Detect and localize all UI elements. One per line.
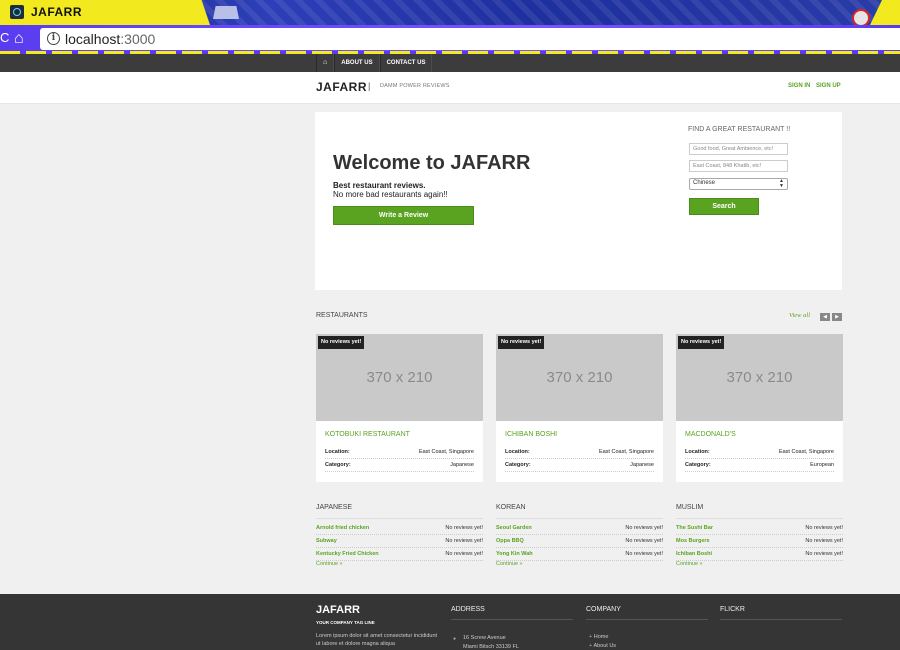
restaurant-card[interactable]: 370 x 210 No reviews yet! MACDONALD'S Lo… (676, 334, 843, 482)
restaurant-location-row: Location: East Coast, Singapore (685, 448, 834, 459)
list-item: Oppa BBQ No reviews yet! (496, 535, 663, 548)
restaurant-card[interactable]: 370 x 210 No reviews yet! KOTOBUKI RESTA… (316, 334, 483, 482)
restaurant-card[interactable]: 370 x 210 No reviews yet! ICHIBAN BOSHI … (496, 334, 663, 482)
hero-title: Welcome to JAFARR (333, 152, 531, 174)
select-arrows-icon: ▲ ▼ (779, 178, 784, 189)
tab-bar-theme-pattern (200, 0, 900, 25)
list-item: Arnold fried chicken No reviews yet! (316, 522, 483, 535)
carousel-next-icon[interactable]: ▶ (832, 313, 842, 321)
restaurant-link[interactable]: Ichiban Boshi (676, 551, 712, 557)
restaurant-link[interactable]: Subway (316, 538, 337, 544)
list-item: Seoul Garden No reviews yet! (496, 522, 663, 535)
restaurant-location-row: Location: East Coast, Singapore (325, 448, 474, 459)
restaurants-section-title: RESTAURANTS (316, 312, 368, 319)
footer-company-title: COMPANY (586, 606, 708, 620)
list-item: Yong Kin Wah No reviews yet! (496, 548, 663, 561)
nav-home-icon[interactable]: ⌂ (316, 54, 335, 72)
restaurant-link[interactable]: The Sushi Bar (676, 525, 713, 531)
cuisine-select-value: Chinese (693, 180, 716, 186)
home-icon[interactable]: ⌂ (14, 30, 32, 48)
nav-about-us[interactable]: ABOUT US (334, 54, 380, 72)
restaurant-name-link[interactable]: KOTOBUKI RESTAURANT (325, 431, 410, 438)
restaurant-link[interactable]: Oppa BBQ (496, 538, 524, 544)
site-footer: JAFARR YOUR COMPANY TAG LINE Lorem ipsum… (0, 594, 900, 650)
footer-description: Lorem ipsum dolor sit amet consectetur i… (316, 633, 438, 647)
footer-tagline: YOUR COMPANY TAG LINE (316, 620, 375, 625)
footer-address-title: ADDRESS (451, 606, 573, 620)
continue-link[interactable]: Continue » (676, 561, 703, 567)
sign-up-link[interactable]: SIGN UP (816, 83, 841, 89)
site-info-icon[interactable]: i (47, 32, 60, 45)
continue-link[interactable]: Continue » (496, 561, 523, 567)
category-title: JAPANESE (316, 504, 483, 519)
nav-contact-us[interactable]: CONTACT US (379, 54, 433, 72)
browser-address-bar: C ⌂ i localhost:3000 (0, 25, 900, 54)
restaurant-name-link[interactable]: ICHIBAN BOSHI (505, 431, 557, 438)
list-item: The Sushi Bar No reviews yet! (676, 522, 843, 535)
hero-panel: Welcome to JAFARR Best restaurant review… (315, 112, 842, 290)
logo-separator: | (368, 81, 371, 91)
category-list-muslim: MUSLIM The Sushi Bar No reviews yet! Mos … (676, 504, 843, 567)
list-item: Subway No reviews yet! (316, 535, 483, 548)
restaurant-name-link[interactable]: MACDONALD'S (685, 431, 736, 438)
footer-logo: JAFARR (316, 604, 361, 616)
category-title: KOREAN (496, 504, 663, 519)
new-tab-button[interactable] (213, 6, 239, 19)
sign-in-link[interactable]: SIGN IN (788, 83, 810, 89)
review-status-badge: No reviews yet! (498, 336, 545, 349)
continue-link[interactable]: Continue » (316, 561, 343, 567)
restaurant-link[interactable]: Mos Burgers (676, 538, 710, 544)
cuisine-select[interactable]: Chinese ▲ ▼ (689, 178, 788, 190)
list-item: Kentucky Fried Chicken No reviews yet! (316, 548, 483, 561)
category-list-japanese: JAPANESE Arnold fried chicken No reviews … (316, 504, 483, 567)
site-tagline: DAMM POWER REVIEWS (380, 83, 450, 89)
footer-link-about[interactable]: About Us (589, 643, 616, 649)
reload-icon[interactable]: C (0, 30, 9, 47)
url-text: localhost:3000 (65, 31, 156, 47)
restaurant-link[interactable]: Kentucky Fried Chicken (316, 551, 379, 557)
profile-avatar-icon[interactable] (852, 9, 870, 25)
list-item: Ichiban Boshi No reviews yet! (676, 548, 843, 561)
restaurant-link[interactable]: Yong Kin Wah (496, 551, 533, 557)
footer-address-line: 16 Screw Avenue (463, 635, 506, 641)
search-button[interactable]: Search (689, 198, 759, 215)
footer-flickr-title: FLICKR (720, 606, 842, 620)
restaurant-link[interactable]: Seoul Garden (496, 525, 532, 531)
browser-tab-title: JAFARR (31, 5, 83, 19)
map-pin-icon: ● (453, 636, 457, 642)
review-status-badge: No reviews yet! (318, 336, 365, 349)
find-restaurant-title: FIND A GREAT RESTAURANT !! (688, 126, 791, 133)
hero-subtitle-bold: Best restaurant reviews. (333, 181, 426, 190)
site-header: JAFARR | DAMM POWER REVIEWS SIGN IN SIGN… (0, 72, 900, 104)
url-field[interactable]: i localhost:3000 (40, 28, 900, 50)
carousel-prev-icon[interactable]: ◀ (820, 313, 830, 321)
review-status-badge: No reviews yet! (678, 336, 725, 349)
list-item: Mos Burgers No reviews yet! (676, 535, 843, 548)
category-title: MUSLIM (676, 504, 843, 519)
category-list-korean: KOREAN Seoul Garden No reviews yet! Oppa … (496, 504, 663, 567)
footer-address-line: Miami Bitsch 33139 FL (463, 644, 519, 650)
site-top-nav: ⌂ ABOUT US CONTACT US (0, 54, 900, 72)
restaurant-link[interactable]: Arnold fried chicken (316, 525, 369, 531)
footer-link-home[interactable]: Home (589, 634, 609, 640)
view-all-link[interactable]: View all (789, 312, 810, 319)
restaurant-category-row: Category: European (685, 461, 834, 472)
restaurant-category-row: Category: Japanese (325, 461, 474, 472)
keyword-search-input[interactable] (689, 143, 788, 155)
site-logo[interactable]: JAFARR (316, 80, 367, 94)
restaurant-category-row: Category: Japanese (505, 461, 654, 472)
write-review-button[interactable]: Write a Review (333, 206, 474, 225)
react-favicon-icon (10, 5, 24, 19)
browser-tab-bar: JAFARR (0, 0, 900, 25)
browser-tab-active[interactable]: JAFARR (0, 0, 210, 25)
hero-subtitle: No more bad restaurants again!! (333, 190, 448, 199)
restaurant-location-row: Location: East Coast, Singapore (505, 448, 654, 459)
location-search-input[interactable] (689, 160, 788, 172)
